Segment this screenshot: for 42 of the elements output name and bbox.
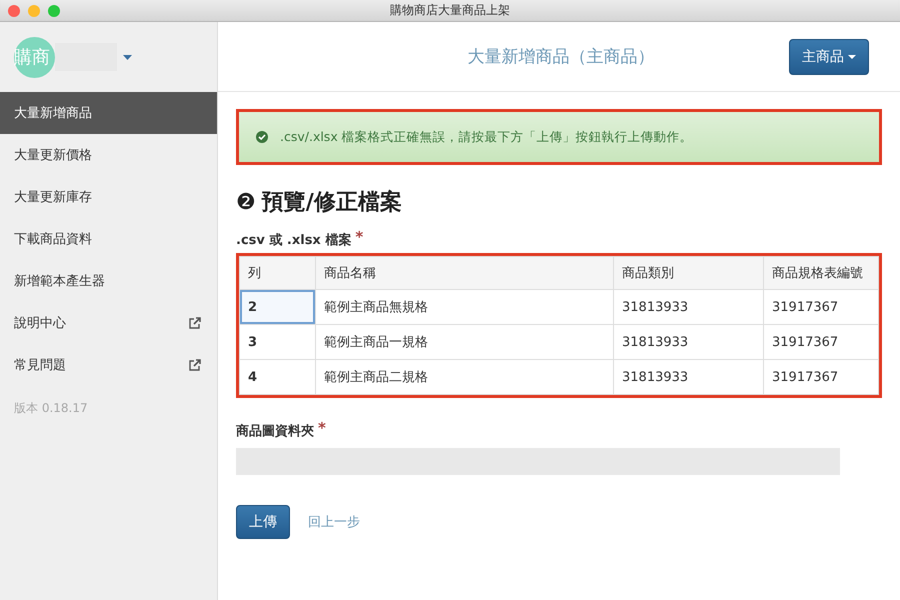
- field-label: .csv 或 .xlsx 檔案: [236, 232, 352, 249]
- field-label: 商品圖資料夾: [236, 422, 314, 440]
- table-cell: 範例主商品一規格: [316, 324, 614, 360]
- sidebar-item[interactable]: 新增範本產生器: [0, 260, 217, 302]
- zoom-button[interactable]: [48, 5, 60, 17]
- column-header: 商品規格表編號: [764, 256, 878, 290]
- table-cell: 31917367: [764, 360, 878, 394]
- table-cell[interactable]: 3: [240, 324, 316, 360]
- table-cell: 範例主商品無規格: [316, 290, 614, 324]
- product-type-dropdown[interactable]: 主商品: [789, 38, 869, 74]
- close-button[interactable]: [8, 5, 20, 17]
- table-cell: 31917367: [764, 290, 878, 324]
- table-cell: 31813933: [614, 360, 764, 394]
- column-header: 列: [240, 256, 316, 290]
- sidebar-item[interactable]: 下載商品資料: [0, 218, 217, 260]
- column-header: 商品名稱: [316, 256, 614, 290]
- sidebar-item[interactable]: 大量新增商品: [0, 92, 217, 134]
- sidebar-item[interactable]: 大量更新庫存: [0, 176, 217, 218]
- table-cell: 31813933: [614, 324, 764, 360]
- redacted-name: [55, 43, 117, 71]
- required-mark: *: [318, 419, 326, 437]
- table-cell: 31917367: [764, 324, 878, 360]
- required-mark: *: [355, 228, 364, 246]
- caret-icon[interactable]: [123, 54, 132, 60]
- table-cell[interactable]: 4: [240, 360, 316, 394]
- table-cell[interactable]: 2: [240, 290, 316, 324]
- table-cell: 31813933: [614, 290, 764, 324]
- page-title: 大量新增商品（主商品）: [468, 46, 654, 68]
- caret-icon: [848, 54, 856, 58]
- window-title: 購物商店大量商品上架: [390, 2, 510, 19]
- sidebar-item[interactable]: 常見問題: [0, 344, 217, 386]
- table-cell: 範例主商品二規格: [316, 360, 614, 394]
- sidebar-item[interactable]: 說明中心: [0, 302, 217, 344]
- upload-button[interactable]: 上傳: [236, 505, 290, 539]
- section-title: 預覽/修正檔案: [262, 188, 402, 217]
- minimize-button[interactable]: [28, 5, 40, 17]
- step-number: ❷: [236, 190, 256, 214]
- column-header: 商品類別: [614, 256, 764, 290]
- alert-message: .csv/.xlsx 檔案格式正確無誤，請按最下方「上傳」按鈕執行上傳動作。: [280, 128, 693, 146]
- sidebar-item[interactable]: 大量更新價格: [0, 134, 217, 176]
- check-circle-icon: [256, 131, 268, 143]
- version-text: 版本 0.18.17: [14, 400, 88, 417]
